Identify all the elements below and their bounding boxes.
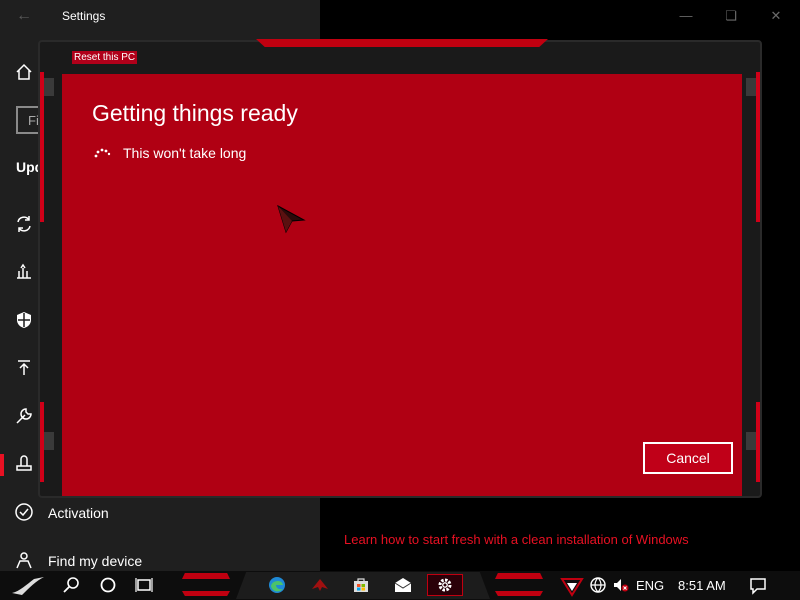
reset-pc-dialog: Reset this PC Getting things ready This …	[38, 39, 762, 498]
learn-fresh-start-link[interactable]: Learn how to start fresh with a clean in…	[344, 532, 689, 547]
clock[interactable]: 8:51 AM	[678, 578, 726, 593]
frame-notch	[746, 78, 756, 96]
mouse-cursor-icon	[276, 204, 306, 234]
windows-security-icon[interactable]	[14, 310, 34, 330]
task-view-icon[interactable]	[133, 575, 155, 597]
modal-top-accent	[256, 39, 548, 47]
frame-notch	[746, 432, 756, 450]
recovery-icon[interactable]	[14, 454, 34, 474]
cancel-button[interactable]: Cancel	[643, 442, 733, 474]
back-arrow-icon[interactable]: ←	[14, 6, 34, 26]
close-icon[interactable]: ✕	[764, 6, 788, 26]
window-title: Settings	[62, 9, 106, 23]
armoury-crate-icon[interactable]	[309, 575, 331, 597]
taskbar-accent	[495, 591, 543, 596]
active-nav-marker	[0, 454, 4, 476]
search-icon[interactable]	[61, 575, 83, 597]
sidebar-item-find-my-device[interactable]: Find my device	[48, 553, 142, 569]
store-icon[interactable]	[350, 575, 372, 597]
volume-muted-icon[interactable]	[610, 575, 632, 597]
minimize-icon[interactable]: —	[674, 6, 698, 26]
dialog-caption: Reset this PC	[72, 51, 138, 64]
notifications-icon[interactable]	[747, 575, 769, 597]
taskbar-accent	[182, 573, 230, 579]
title-bar: ← Settings — ❏ ✕	[0, 0, 800, 32]
taskbar: ENG 8:51 AM	[0, 571, 800, 600]
find-my-device-icon[interactable]	[14, 550, 34, 570]
language-indicator[interactable]: ENG	[636, 578, 664, 593]
activation-icon[interactable]	[14, 502, 34, 522]
frame-notch	[44, 78, 54, 96]
frame-accent-right	[756, 72, 760, 222]
settings-gear-icon[interactable]	[434, 575, 456, 597]
edge-browser-icon[interactable]	[266, 575, 288, 597]
network-icon[interactable]	[587, 575, 609, 597]
troubleshoot-icon[interactable]	[14, 406, 34, 426]
dialog-heading: Getting things ready	[92, 100, 298, 126]
status-text: This won't take long	[123, 145, 247, 161]
home-icon[interactable]	[14, 62, 34, 82]
loading-spinner-icon	[92, 144, 112, 164]
cortana-icon[interactable]	[97, 575, 119, 597]
mail-icon[interactable]	[392, 575, 414, 597]
frame-notch	[44, 432, 54, 450]
dialog-content: Getting things ready This won't take lon…	[62, 74, 742, 496]
rog-logo-icon[interactable]	[560, 575, 584, 597]
start-icon[interactable]	[10, 575, 46, 597]
taskbar-accent	[182, 591, 230, 596]
sidebar-item-activation[interactable]: Activation	[48, 505, 109, 521]
taskbar-accent	[495, 573, 543, 579]
backup-icon[interactable]	[14, 358, 34, 378]
frame-accent-right-lower	[756, 402, 760, 482]
maximize-icon[interactable]: ❏	[719, 6, 743, 26]
sync-icon[interactable]	[14, 214, 34, 234]
delivery-optimization-icon[interactable]	[14, 262, 34, 282]
